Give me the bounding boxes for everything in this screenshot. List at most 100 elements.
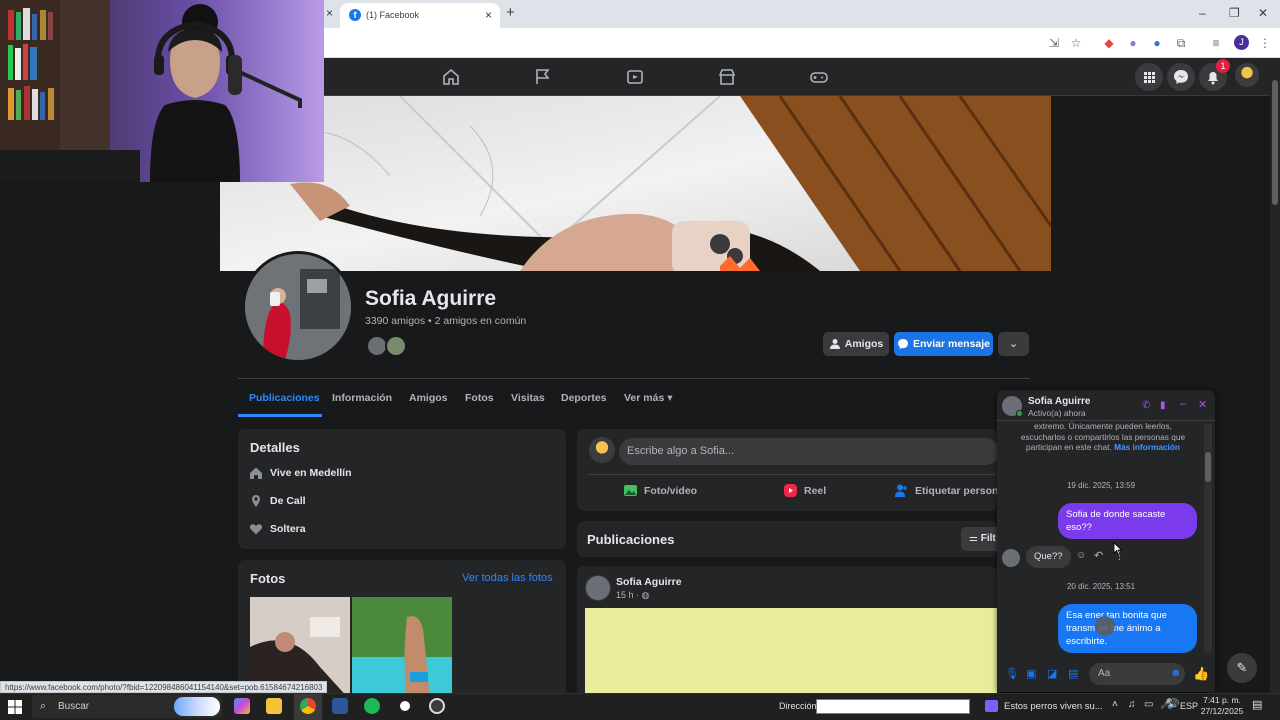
minimize-button[interactable]: – [1199, 6, 1206, 20]
profile-more-dropdown[interactable]: ⌄ [998, 332, 1029, 356]
call-icon[interactable]: ✆ [1142, 400, 1150, 411]
tab-close-icon[interactable]: × [326, 6, 333, 20]
word-app-icon[interactable] [332, 698, 348, 714]
tab-amigos[interactable]: Amigos [409, 392, 448, 404]
gaming-icon[interactable] [809, 67, 829, 87]
clock[interactable]: 7:41 p. m. 27/12/2025 [1200, 695, 1244, 717]
cover-photo[interactable] [220, 96, 1051, 271]
mutual-friend-avatar[interactable] [385, 335, 407, 357]
tab-visitas[interactable]: Visitas [511, 392, 545, 404]
send-message-label: Enviar mensaje [912, 338, 991, 350]
omnibox[interactable] [328, 31, 1048, 53]
audio-tray-icon[interactable]: ♫ [1128, 699, 1136, 710]
friends-button[interactable]: Amigos [823, 332, 889, 356]
taskbar-search[interactable]: ⌕ Buscar [32, 695, 222, 718]
friends-count[interactable]: 3390 amigos • 2 amigos en común [365, 315, 526, 327]
caret-down-icon: ▾ [667, 392, 673, 404]
details-title: Detalles [250, 440, 300, 455]
extensions-puzzle-icon[interactable]: ⧉ [1173, 35, 1189, 51]
network-tray-icon[interactable]: ▭ [1144, 699, 1153, 710]
sender-avatar [1002, 549, 1020, 567]
media-app-icon[interactable] [985, 700, 998, 712]
tab-fotos[interactable]: Fotos [465, 392, 494, 404]
menu-grid-button[interactable] [1135, 63, 1163, 91]
post-time[interactable]: 15 h · ◍ [616, 590, 649, 601]
tab-ver-mas[interactable]: Ver más ▾ [624, 392, 673, 404]
posts-title: Publicaciones [587, 532, 675, 547]
extension-icon[interactable]: ● [1149, 35, 1165, 51]
restore-button[interactable]: ❐ [1229, 6, 1240, 20]
chrome-app-icon[interactable] [300, 698, 316, 714]
close-window-button[interactable]: ✕ [1258, 6, 1268, 20]
messenger-button[interactable] [1167, 63, 1195, 91]
reel-button[interactable]: Reel [783, 483, 826, 498]
video-call-icon[interactable]: ▮ [1160, 400, 1166, 411]
app-icon[interactable] [429, 698, 445, 714]
close-chat-icon[interactable]: ✕ [1198, 398, 1207, 411]
profile-avatar[interactable]: J [1234, 35, 1249, 50]
chat-scrollbar-thumb[interactable] [1205, 452, 1211, 482]
new-tab-button[interactable]: + [506, 4, 515, 21]
tag-people-button[interactable]: Etiquetar persona [894, 483, 1004, 498]
video-watch-icon[interactable] [625, 67, 645, 87]
tab-close-icon[interactable]: × [485, 8, 492, 22]
tray-chevron-icon[interactable]: ˄ [1112, 699, 1118, 710]
spotify-app-icon[interactable] [364, 698, 380, 714]
thumbs-up-icon[interactable]: 👍 [1193, 666, 1209, 682]
send-message-button[interactable]: Enviar mensaje [894, 332, 993, 356]
profile-picture-image [245, 254, 351, 360]
tab-deportes[interactable]: Deportes [561, 392, 607, 404]
sent-message[interactable]: Esa ener tan bonita que transm ue me áni… [1058, 604, 1197, 653]
emoji-icon[interactable]: ☻ [1170, 667, 1182, 679]
chat-contact-name[interactable]: Sofia Aguirre [1028, 396, 1090, 407]
copilot-app-icon[interactable] [234, 698, 250, 714]
browser-tab-facebook[interactable]: f (1) Facebook × [340, 3, 500, 28]
marketplace-icon[interactable] [717, 67, 737, 87]
post-author-name[interactable]: Sofia Aguirre [616, 576, 682, 588]
account-avatar[interactable] [1235, 63, 1259, 87]
page-scrollbar-thumb[interactable] [1272, 80, 1278, 205]
media-control-icon[interactable]: ≡ [1208, 35, 1224, 51]
obs-app-icon[interactable] [397, 698, 413, 714]
bookmark-star-icon[interactable]: ☆ [1068, 35, 1084, 51]
extension-metamask-icon[interactable]: ◆ [1101, 35, 1117, 51]
media-title[interactable]: Estos perros viven su... [1004, 701, 1103, 712]
windows-start-icon[interactable] [8, 700, 22, 714]
compose-post-input[interactable]: Escribe algo a Sofia... [619, 438, 999, 465]
filters-label: Filt [980, 533, 996, 544]
header-divider [238, 378, 1030, 379]
new-message-button[interactable]: ✎ [1227, 653, 1257, 683]
more-info-link[interactable]: Más información [1114, 442, 1180, 452]
volume-tray-icon[interactable]: 🔊 [1167, 699, 1179, 710]
photo-video-button[interactable]: Foto/video [623, 483, 697, 498]
detail-lives-in[interactable]: Vive en Medellín [270, 467, 352, 479]
sticker-icon[interactable]: ◪ [1047, 667, 1057, 680]
home-icon[interactable] [441, 67, 461, 87]
messenger-icon [897, 339, 908, 349]
see-all-photos-link[interactable]: Ver todas las fotos [462, 572, 553, 584]
sent-message[interactable]: Sofia de donde sacaste eso?? [1058, 503, 1197, 539]
received-message[interactable]: Que?? [1026, 546, 1071, 568]
chat-window: Sofia Aguirre Activo(a) ahora ✆ ▮ – ✕ ex… [997, 390, 1215, 692]
menu-kebab-icon[interactable]: ⋮ [1257, 35, 1273, 51]
microphone-icon[interactable]: 🎙 [1005, 667, 1019, 680]
filters-button[interactable]: ⚌ Filt [961, 527, 1001, 551]
gif-icon[interactable]: ▤ [1068, 667, 1078, 680]
reply-icon[interactable]: ↶ [1094, 549, 1103, 562]
extension-icon[interactable]: ● [1125, 35, 1141, 51]
image-icon[interactable]: ▣ [1026, 667, 1036, 680]
file-explorer-icon[interactable] [266, 698, 282, 714]
minimize-chat-icon[interactable]: – [1180, 398, 1186, 410]
tab-informacion[interactable]: Información [332, 392, 392, 404]
install-app-icon[interactable]: ⇲ [1046, 35, 1062, 51]
post-author-avatar[interactable] [585, 575, 611, 601]
language-indicator[interactable]: ESP [1180, 701, 1198, 711]
notification-center-icon[interactable]: ▤ [1252, 698, 1262, 711]
pages-flag-icon[interactable] [533, 67, 553, 87]
photo-thumbnail[interactable] [352, 597, 452, 700]
address-toolbar-input[interactable] [816, 699, 970, 714]
react-emoji-icon[interactable]: ☺ [1076, 550, 1086, 561]
detail-from[interactable]: De Call [270, 495, 306, 507]
profile-avatar[interactable] [242, 251, 354, 363]
tab-publicaciones[interactable]: Publicaciones [249, 392, 320, 404]
